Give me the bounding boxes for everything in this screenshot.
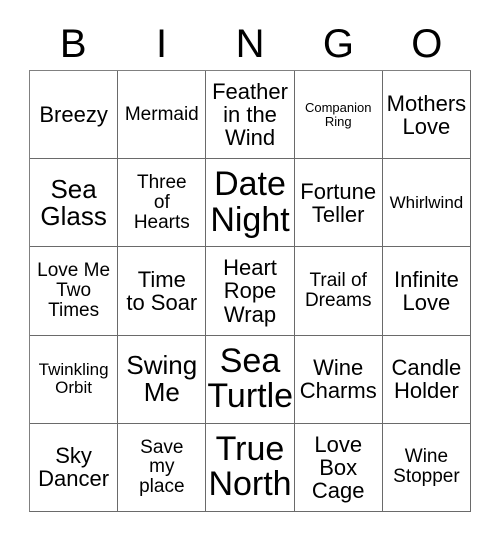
bingo-cell-label: Heart Rope Wrap: [223, 255, 277, 327]
bingo-cell-label: Swing Me: [126, 349, 198, 408]
bingo-cell[interactable]: Love Box Cage: [293, 423, 382, 512]
bingo-cell[interactable]: Infinite Love: [381, 247, 471, 335]
bingo-cell[interactable]: Candle Holder: [381, 335, 471, 423]
bingo-cell[interactable]: Mothers Love: [381, 71, 471, 159]
bingo-cell[interactable]: Date Night: [205, 159, 294, 247]
bingo-cell-label: Wine Charms: [299, 355, 377, 404]
bingo-row: Breezy Mermaid Feather in the Wind Companio…: [30, 71, 471, 159]
bingo-header: B I N G O: [29, 18, 471, 70]
bingo-cell[interactable]: Heart Rope Wrap: [205, 247, 294, 335]
bingo-cell-label: Love Me Two Times: [37, 260, 111, 321]
bingo-cell-label: Mermaid: [124, 103, 199, 125]
bingo-row: Love Me Two Times Time to Soar Heart Rope …: [30, 246, 471, 335]
bingo-cell[interactable]: Feather in the Wind: [205, 71, 294, 159]
bingo-cell-label: True North: [208, 429, 292, 504]
bingo-cell[interactable]: Breezy: [30, 71, 118, 159]
bingo-cell[interactable]: Companion Ring: [293, 71, 382, 159]
bingo-cell-label: Three of Hearts: [133, 171, 190, 233]
bingo-cell[interactable]: Wine Charms: [293, 335, 382, 423]
bingo-row: Twinkling Orbit Swing Me Sea Turtle Wine Ch…: [30, 334, 471, 423]
bingo-cell-label: Mothers Love: [386, 90, 467, 139]
bingo-cell-label: Companion Ring: [304, 99, 372, 129]
bingo-cell[interactable]: Sky Dancer: [30, 423, 118, 512]
bingo-cell-label: Candle Holder: [391, 355, 462, 404]
bingo-cell[interactable]: Fortune Teller: [293, 159, 382, 247]
header-letter-g: G: [322, 22, 354, 66]
header-letter-n: N: [235, 22, 265, 66]
bingo-cell-label: Sea Turtle: [207, 341, 294, 416]
bingo-cell-label: Sky Dancer: [38, 443, 110, 492]
bingo-cell[interactable]: Mermaid: [117, 71, 206, 159]
bingo-cell[interactable]: True North: [205, 423, 294, 512]
bingo-cell[interactable]: Time to Soar: [117, 247, 206, 335]
header-letter-b: B: [59, 22, 87, 66]
bingo-cell[interactable]: Love Me Two Times: [30, 247, 118, 335]
header-letter-o: O: [411, 22, 443, 66]
bingo-cell[interactable]: Wine Stopper: [381, 423, 471, 512]
bingo-grid: Breezy Mermaid Feather in the Wind Companio…: [29, 70, 471, 512]
bingo-card: B I N G O Breezy Mermaid Feather in the Wi…: [0, 0, 500, 544]
bingo-cell-label: Whirlwind: [389, 192, 464, 212]
bingo-cell-label: Time to Soar: [126, 266, 198, 315]
bingo-cell-label: Feather in the Wind: [212, 78, 288, 151]
bingo-cell[interactable]: Sea Turtle: [205, 335, 294, 423]
bingo-cell-label: Infinite Love: [394, 266, 459, 315]
bingo-cell-label: Love Box Cage: [311, 431, 365, 503]
bingo-cell-label: Save my place: [139, 436, 185, 498]
bingo-cell-label: Twinkling Orbit: [38, 360, 109, 398]
header-letter-i: I: [156, 22, 168, 66]
bingo-row: Sea Glass Three of Hearts Date Night Fortun…: [30, 158, 471, 247]
bingo-cell[interactable]: Sea Glass: [30, 159, 118, 247]
bingo-cell-label: Trail of Dreams: [304, 270, 372, 311]
bingo-cell[interactable]: Swing Me: [117, 335, 206, 423]
bingo-cell[interactable]: Three of Hearts: [117, 159, 206, 247]
bingo-cell[interactable]: Trail of Dreams: [293, 247, 382, 335]
bingo-row: Sky Dancer Save my place True North Love Bo…: [30, 422, 471, 512]
bingo-cell-label: Date Night: [210, 165, 290, 239]
bingo-cell-label: Sea Glass: [40, 173, 107, 231]
bingo-cell-label: Wine Stopper: [393, 446, 460, 488]
bingo-cell[interactable]: Whirlwind: [381, 159, 471, 247]
bingo-cell[interactable]: Save my place: [117, 423, 206, 512]
bingo-cell-label: Fortune Teller: [300, 178, 377, 227]
bingo-cell-label: Breezy: [39, 102, 108, 128]
bingo-cell[interactable]: Twinkling Orbit: [30, 335, 118, 423]
